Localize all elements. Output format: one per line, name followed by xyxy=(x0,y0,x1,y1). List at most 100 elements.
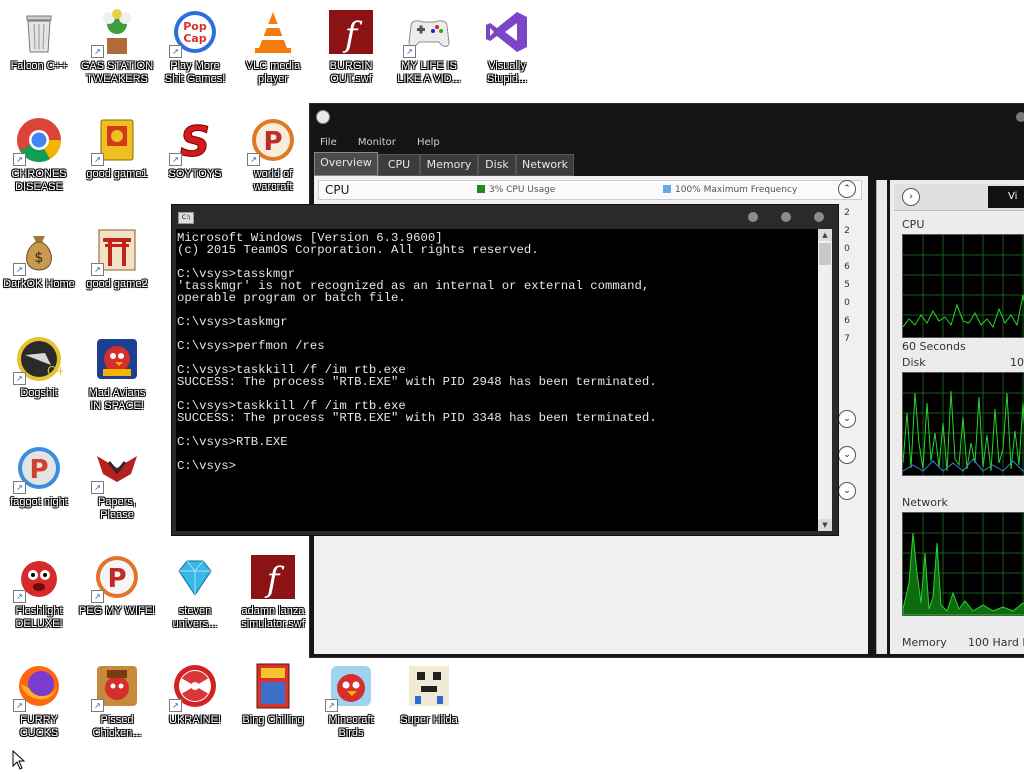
pixel-character-icon xyxy=(405,662,453,710)
menu-file[interactable]: File xyxy=(320,133,337,153)
desktop-icon-darkok[interactable]: $ ↗ DarkOK Home xyxy=(0,226,78,291)
console-output[interactable]: Microsoft Windows [Version 6.3.9600] (c)… xyxy=(176,229,818,531)
desktop-icon-mad-avians[interactable]: Mad Avians IN SPACE! xyxy=(78,335,156,413)
desktop-icon-good-game1[interactable]: ↗ good game1 xyxy=(78,116,156,181)
svg-text:P: P xyxy=(107,564,126,594)
red-s-icon: S ↗ xyxy=(169,116,219,167)
desktop-icon-vlc[interactable]: VLC media player xyxy=(234,8,312,86)
chevron-up-icon[interactable]: ⌃ xyxy=(838,180,856,198)
chrome-icon: ↗ xyxy=(13,116,63,166)
desktop-icon-visually-stupid[interactable]: Visually Stupid... xyxy=(468,8,546,86)
cpu-section-header[interactable]: CPU 3% CPU Usage 100% Maximum Frequency xyxy=(318,180,862,200)
shortcut-arrow-icon: ↗ xyxy=(169,699,182,712)
icon-label: steven univers... xyxy=(172,605,218,630)
desktop-icon-minecraft-birds[interactable]: ↗ Minecraft Birds xyxy=(312,662,390,740)
shortcut-arrow-icon: ↗ xyxy=(169,153,182,166)
shortcut-arrow-icon: ↗ xyxy=(13,372,26,385)
chevron-right-icon[interactable]: › xyxy=(902,188,920,206)
graphs-pane: › Vi CPU 60 Seconds Disk 100 xyxy=(890,180,1024,654)
tab-overview[interactable]: Overview xyxy=(314,152,378,176)
desktop-icon-burgin-out[interactable]: f BURGIN OUT.swf xyxy=(312,8,390,86)
desktop-icon-faggot-night[interactable]: P ↗ faggot night xyxy=(0,444,78,509)
icon-label: world of warcraft xyxy=(253,168,293,193)
icon-label: Papers, Please xyxy=(98,496,136,521)
chevron-down-icon[interactable]: ⌄ xyxy=(838,482,856,500)
chevron-down-icon[interactable]: ⌄ xyxy=(838,446,856,464)
svg-text:C++: C++ xyxy=(47,364,63,378)
maximize-icon[interactable] xyxy=(781,212,791,222)
close-icon[interactable] xyxy=(814,212,824,222)
desktop-icon-firefox[interactable]: ↗ FURRY CUCKS xyxy=(0,662,78,740)
desktop-icon-dogshit[interactable]: C++ ↗ Dogshit xyxy=(0,335,78,400)
icon-label: VLC media player xyxy=(245,60,301,85)
network-graph-label: Network xyxy=(902,496,948,509)
icon-label: Visually Stupid... xyxy=(486,60,528,85)
visual-studio-icon xyxy=(483,8,531,56)
icon-label: Minecraft Birds xyxy=(328,714,374,739)
icon-label: SOYTOYS xyxy=(168,168,222,180)
desktop-icon-gas-station[interactable]: ↗ GAS STATION TWEAKERS xyxy=(78,8,156,86)
icon-label: FURRY CUCKS xyxy=(19,714,59,739)
icon-label: PEG MY WIFE! xyxy=(78,605,156,617)
tab-memory[interactable]: Memory xyxy=(420,154,478,176)
angry-bird-space-icon xyxy=(93,335,141,383)
minimize-icon[interactable] xyxy=(748,212,758,222)
desktop-icon-falcon[interactable]: Falcon C++ xyxy=(0,8,78,73)
tab-cpu[interactable]: CPU xyxy=(378,154,420,176)
menu-monitor[interactable]: Monitor xyxy=(358,133,396,153)
icon-label: Bing Chilling xyxy=(242,714,304,726)
icon-label: UKRAINE! xyxy=(169,714,221,726)
console-line: C:\vsys>taskmgr xyxy=(177,315,288,329)
blue-square-icon xyxy=(663,185,671,193)
tab-network[interactable]: Network xyxy=(516,154,574,176)
svg-text:P: P xyxy=(29,455,48,485)
console-scrollbar[interactable]: ▲ ▼ xyxy=(818,229,832,531)
diamond-icon xyxy=(171,553,219,601)
desktop-icon-ukraine[interactable]: ↗ UKRAINE! xyxy=(156,662,234,727)
cmd-title-bar[interactable]: C:\ xyxy=(172,205,838,229)
chevron-down-icon[interactable]: ⌄ xyxy=(838,410,856,428)
desktop-icon-super-hilda[interactable]: Super Hilda xyxy=(390,662,468,727)
console-line: operable program or batch file. xyxy=(177,291,406,305)
icon-label: Super Hilda xyxy=(400,714,458,726)
icon-label: BURGIN OUT.swf xyxy=(329,60,373,85)
eagle-emblem-icon: ↗ xyxy=(91,444,141,494)
desktop-icon-fleshlight[interactable]: ↗ Fleshlight DELUXE! xyxy=(0,553,78,631)
scroll-down-icon[interactable]: ▼ xyxy=(818,519,832,531)
cpu-graph xyxy=(902,234,1024,338)
angry-bird-seasons-icon: ↗ xyxy=(91,662,141,712)
memory-graph-metric: 100 Hard Fa xyxy=(968,636,1024,649)
desktop-icon-peg-my-wife[interactable]: P ↗ PEG MY WIFE! xyxy=(78,553,156,618)
desktop-icon-soytoys[interactable]: S ↗ SOYTOYS xyxy=(156,116,234,181)
desktop-icon-adamn-lanza[interactable]: f adamn lanza simulator.swf xyxy=(234,553,312,631)
svg-text:$: $ xyxy=(35,250,44,266)
icon-label: DarkOK Home xyxy=(3,278,75,290)
shortcut-arrow-icon: ↗ xyxy=(403,45,416,58)
radiation-icon: ↗ xyxy=(169,662,219,712)
scroll-up-icon[interactable]: ▲ xyxy=(818,229,832,241)
shortcut-arrow-icon: ↗ xyxy=(169,45,182,58)
icon-label: Pissed Chicken... xyxy=(92,714,142,739)
shortcut-arrow-icon: ↗ xyxy=(91,153,104,166)
desktop-icon-my-life[interactable]: ↗ MY LIFE IS LIKE A VID... xyxy=(390,8,468,86)
tab-disk[interactable]: Disk xyxy=(478,154,516,176)
desktop-icon-papers-please[interactable]: ↗ Papers, Please xyxy=(78,444,156,522)
desktop-icon-world-of-warcraft[interactable]: P ↗ world of warcraft xyxy=(234,116,312,194)
menu-help[interactable]: Help xyxy=(417,133,440,153)
desktop-icon-good-game2[interactable]: ↗ good game2 xyxy=(78,226,156,291)
vlc-cone-icon xyxy=(249,8,297,56)
shortcut-arrow-icon: ↗ xyxy=(247,153,260,166)
scroll-thumb[interactable] xyxy=(819,243,831,265)
popcap-icon: Pop Cap ↗ xyxy=(169,8,219,58)
close-icon[interactable] xyxy=(1016,112,1024,122)
overview-scrollbar[interactable] xyxy=(876,180,887,654)
recycle-bin-icon xyxy=(15,8,63,56)
views-button[interactable]: Vi xyxy=(988,186,1024,208)
desktop-icon-popcap[interactable]: Pop Cap ↗ Play More Shit Games! xyxy=(156,8,234,86)
desktop-icon-chrome[interactable]: ↗ CHRONES DISEASE xyxy=(0,116,78,194)
desktop-icon-bing-chilling[interactable]: Bing Chilling xyxy=(234,662,312,727)
command-prompt-window[interactable]: C:\ Microsoft Windows [Version 6.3.9600]… xyxy=(171,204,839,536)
icon-label: MY LIFE IS LIKE A VID... xyxy=(397,60,461,85)
desktop-icon-pissed-chicken[interactable]: ↗ Pissed Chicken... xyxy=(78,662,156,740)
desktop-icon-steven-universe[interactable]: steven univers... xyxy=(156,553,234,631)
